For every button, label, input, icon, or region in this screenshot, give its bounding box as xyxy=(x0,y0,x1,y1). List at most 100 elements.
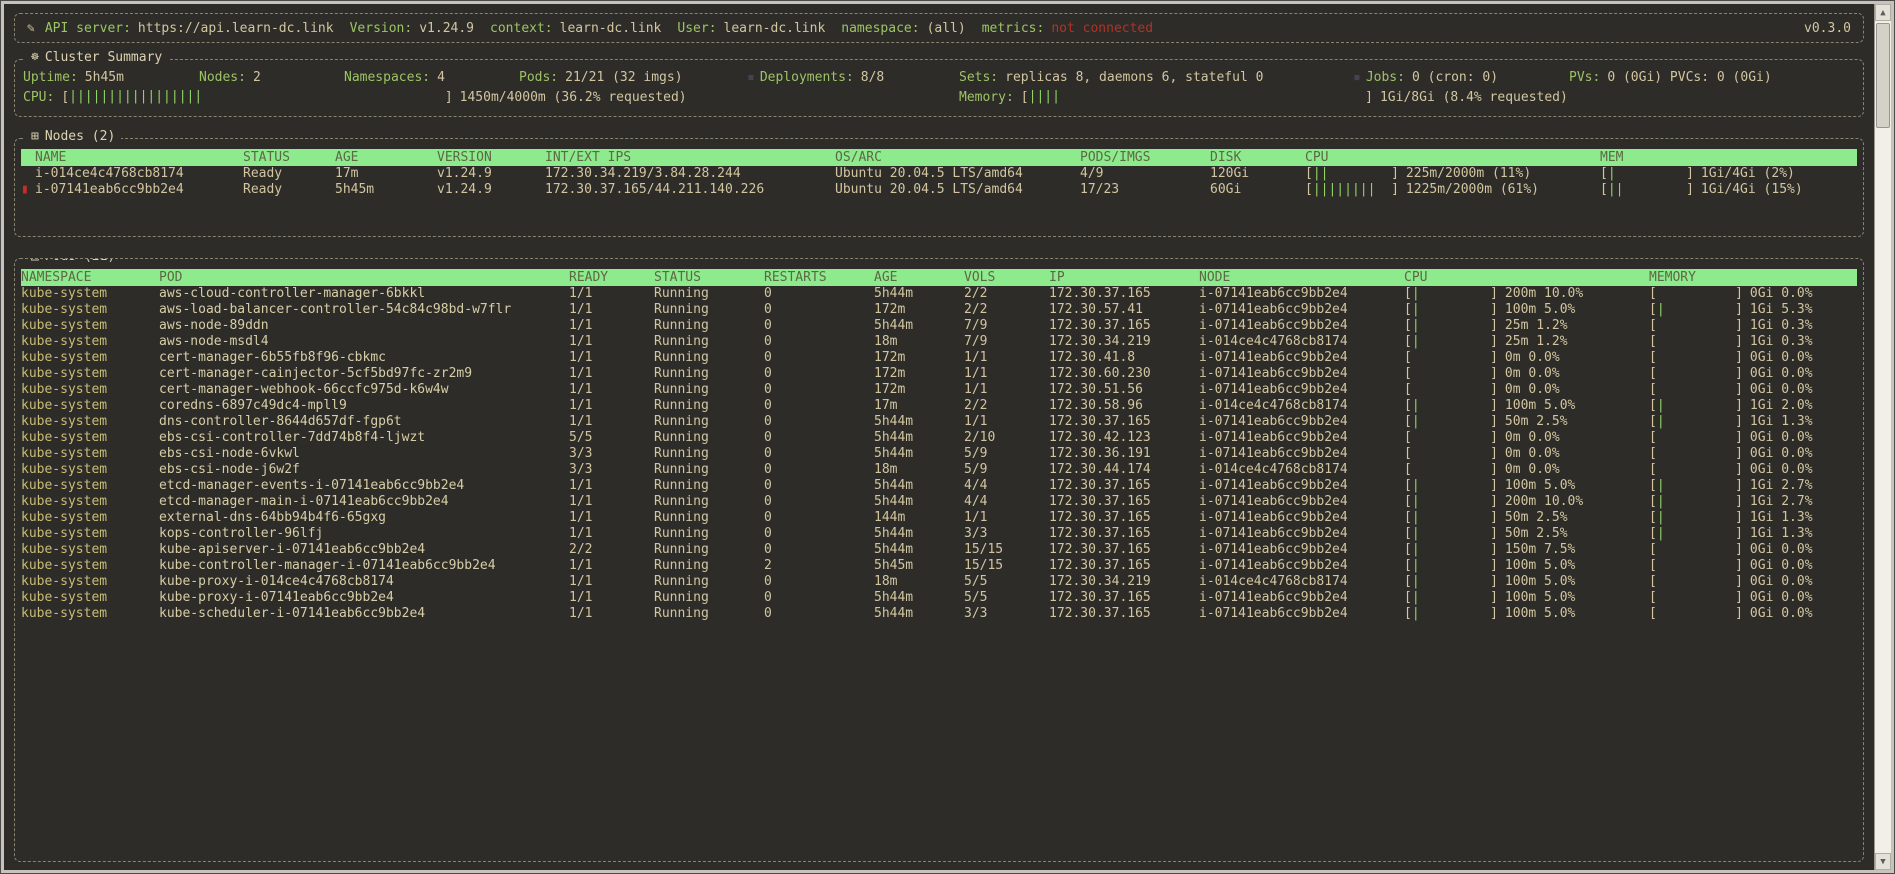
cell-restarts: 0 xyxy=(764,382,772,397)
scrollbar-thumb[interactable] xyxy=(1876,23,1890,128)
bracket-close: ] xyxy=(1490,574,1498,589)
col-restarts: RESTARTS xyxy=(764,270,827,285)
pod-cpu-bar-track: | xyxy=(1412,510,1490,526)
stat-value: replicas 8, daemons 6, stateful 0 xyxy=(1005,70,1264,85)
pod-memory-bar-value: 1Gi 2.0% xyxy=(1749,398,1813,413)
pod-cpu-bar-value: 200m 10.0% xyxy=(1504,286,1584,301)
pod-memory-bar-fill: | xyxy=(1656,414,1665,429)
bracket-open: [ xyxy=(1404,478,1412,493)
cluster-icon: ☸ xyxy=(31,50,39,65)
cell-pod: etcd-manager-main-i-07141eab6cc9bb2e4 xyxy=(159,494,449,509)
bracket-close: ] xyxy=(1735,526,1743,541)
pod-cpu-bar-value: 25m 1.2% xyxy=(1504,334,1568,349)
cell-ready: 1/1 xyxy=(569,350,593,365)
cell-memory: [] 0Gi 0.0% xyxy=(1649,446,1857,462)
bracket-open: [ xyxy=(1649,286,1657,301)
col-age: AGE xyxy=(335,150,359,165)
cell-pod: aws-node-msdl4 xyxy=(159,334,269,349)
pod-row[interactable]: kube-system external-dns-64bb94b4f6-65gxg… xyxy=(21,510,1857,526)
cell-mem: [||] 1Gi/4Gi (15%) xyxy=(1600,182,1857,198)
bracket-close: ] xyxy=(1490,510,1498,525)
pen-icon: ✎ xyxy=(27,20,35,36)
pod-row[interactable]: kube-system aws-node-89ddn 1/1 Running 0 5h44… xyxy=(21,318,1857,334)
cell-pod: kube-proxy-i-014ce4c4768cb8174 xyxy=(159,574,394,589)
pod-row[interactable]: kube-system cert-manager-cainjector-5cf5b… xyxy=(21,366,1857,382)
pod-row[interactable]: kube-system kube-scheduler-i-07141eab6cc9… xyxy=(21,606,1857,622)
pod-row[interactable]: kube-system etcd-manager-events-i-07141ea… xyxy=(21,478,1857,494)
scroll-up-button[interactable]: ▲ xyxy=(1875,4,1891,21)
cell-vols: 5/5 xyxy=(964,574,988,589)
pod-row[interactable]: kube-system kube-proxy-i-07141eab6cc9bb2e… xyxy=(21,590,1857,606)
bracket-close: ] xyxy=(1735,366,1743,381)
cell-vols: 15/15 xyxy=(964,558,1004,573)
col-status: STATUS xyxy=(243,150,290,165)
pod-row[interactable]: kube-system kube-proxy-i-014ce4c4768cb817… xyxy=(21,574,1857,590)
pod-row[interactable]: kube-system aws-node-msdl4 1/1 Running 0 18m 7… xyxy=(21,334,1857,350)
pod-memory-bar-value: 0Gi 0.0% xyxy=(1749,430,1813,445)
cell-restarts: 0 xyxy=(764,590,772,605)
bracket-open: [ xyxy=(1404,526,1412,541)
pod-cpu-bar-value: 100m 5.0% xyxy=(1504,558,1576,573)
pod-memory-bar: [|] 1Gi 2.0% xyxy=(1649,398,1813,413)
cell-age: 5h44m xyxy=(874,606,914,621)
cell-status: Running xyxy=(654,526,709,541)
cell-ready: 1/1 xyxy=(569,606,593,621)
cell-restarts: 0 xyxy=(764,350,772,365)
pod-cpu-bar: [|] 150m 7.5% xyxy=(1404,542,1575,557)
summary-stat: Uptime: 5h45m xyxy=(23,70,124,85)
pod-row[interactable]: kube-system aws-cloud-controller-manager-… xyxy=(21,286,1857,302)
cell-cpu: [|] 100m 5.0% xyxy=(1404,574,1649,590)
pod-row[interactable]: kube-system cert-manager-6b55fb8f96-cbkmc… xyxy=(21,350,1857,366)
pod-memory-bar-fill: | xyxy=(1656,478,1665,493)
pod-row[interactable]: kube-system dns-controller-8644d657df-fgp… xyxy=(21,414,1857,430)
pod-row[interactable]: kube-system ebs-csi-controller-7dd74b8f4-… xyxy=(21,430,1857,446)
node-mem-bar-track: | xyxy=(1608,166,1686,182)
cell-ready: 5/5 xyxy=(569,430,593,445)
vertical-scrollbar[interactable]: ▲ ▼ xyxy=(1874,4,1891,870)
col-name: NAME xyxy=(35,150,67,165)
cell-node: i-07141eab6cc9bb2e4 xyxy=(1199,590,1348,605)
cell-vols: 2/2 xyxy=(964,398,988,413)
bracket-close: ] xyxy=(1735,350,1743,365)
pod-cpu-bar-value: 100m 5.0% xyxy=(1504,590,1576,605)
pod-row[interactable]: kube-system kube-apiserver-i-07141eab6cc9… xyxy=(21,542,1857,558)
cell-node: i-07141eab6cc9bb2e4 xyxy=(1199,414,1348,429)
pod-memory-bar-track xyxy=(1657,446,1735,462)
pod-memory-bar-track xyxy=(1657,318,1735,334)
cell-cpu: [|] 100m 5.0% xyxy=(1404,606,1649,622)
topbar-segment-label: metrics: xyxy=(981,20,1045,36)
bracket-close: ] xyxy=(1490,302,1498,317)
cell-node: i-07141eab6cc9bb2e4 xyxy=(1199,302,1348,317)
pod-row[interactable]: kube-system etcd-manager-main-i-07141eab6… xyxy=(21,494,1857,510)
pod-cpu-bar: [] 0m 0.0% xyxy=(1404,382,1560,397)
pod-row[interactable]: kube-system aws-load-balancer-controller-… xyxy=(21,302,1857,318)
memory-bar-fill: |||| xyxy=(1028,89,1060,104)
cell-age: 172m xyxy=(874,350,906,365)
cell-memory: [] 0Gi 0.0% xyxy=(1649,382,1857,398)
scroll-down-button[interactable]: ▼ xyxy=(1875,853,1891,870)
pod-memory-bar-value: 0Gi 0.0% xyxy=(1749,366,1813,381)
pod-row[interactable]: kube-system ebs-csi-node-6vkwl 3/3 Running 0… xyxy=(21,446,1857,462)
cell-pod: cert-manager-cainjector-5cf5bd97fc-zr2m9 xyxy=(159,366,473,381)
pod-row[interactable]: kube-system kops-controller-96lfj 1/1 Runni… xyxy=(21,526,1857,542)
pod-memory-bar-value: 0Gi 0.0% xyxy=(1749,446,1813,461)
summary-stat: ▪ Jobs: 0 (cron: 0) xyxy=(1353,70,1498,85)
node-row[interactable]: ▮ i-07141eab6cc9bb2e4 Ready 5h45m v1.24.9 172… xyxy=(21,182,1857,198)
pod-row[interactable]: kube-system coredns-6897c49dc4-mpll9 1/1 Ru… xyxy=(21,398,1857,414)
cell-namespace: kube-system xyxy=(21,558,108,573)
cell-ip: 172.30.37.165 xyxy=(1049,606,1151,621)
pod-row[interactable]: kube-system kube-controller-manager-i-071… xyxy=(21,558,1857,574)
bracket-close: ] xyxy=(1686,182,1694,197)
cell-vols: 2/2 xyxy=(964,286,988,301)
node-mem-bar: [|] 1Gi/4Gi (2%) xyxy=(1600,166,1795,181)
node-row[interactable]: i-014ce4c4768cb8174 Ready 17m v1.24.9 172.30… xyxy=(21,166,1857,182)
bracket-close: ] xyxy=(1735,590,1743,605)
pod-memory-bar-track: | xyxy=(1657,414,1735,430)
bracket-close: ] xyxy=(1391,182,1399,197)
bracket-open: [ xyxy=(1404,414,1412,429)
cell-vols: 2/2 xyxy=(964,302,988,317)
pod-memory-bar: [] 0Gi 0.0% xyxy=(1649,286,1813,301)
pod-row[interactable]: kube-system ebs-csi-node-j6w2f 3/3 Running 0… xyxy=(21,462,1857,478)
cell-restarts: 0 xyxy=(764,414,772,429)
pod-row[interactable]: kube-system cert-manager-webhook-66ccfc97… xyxy=(21,382,1857,398)
